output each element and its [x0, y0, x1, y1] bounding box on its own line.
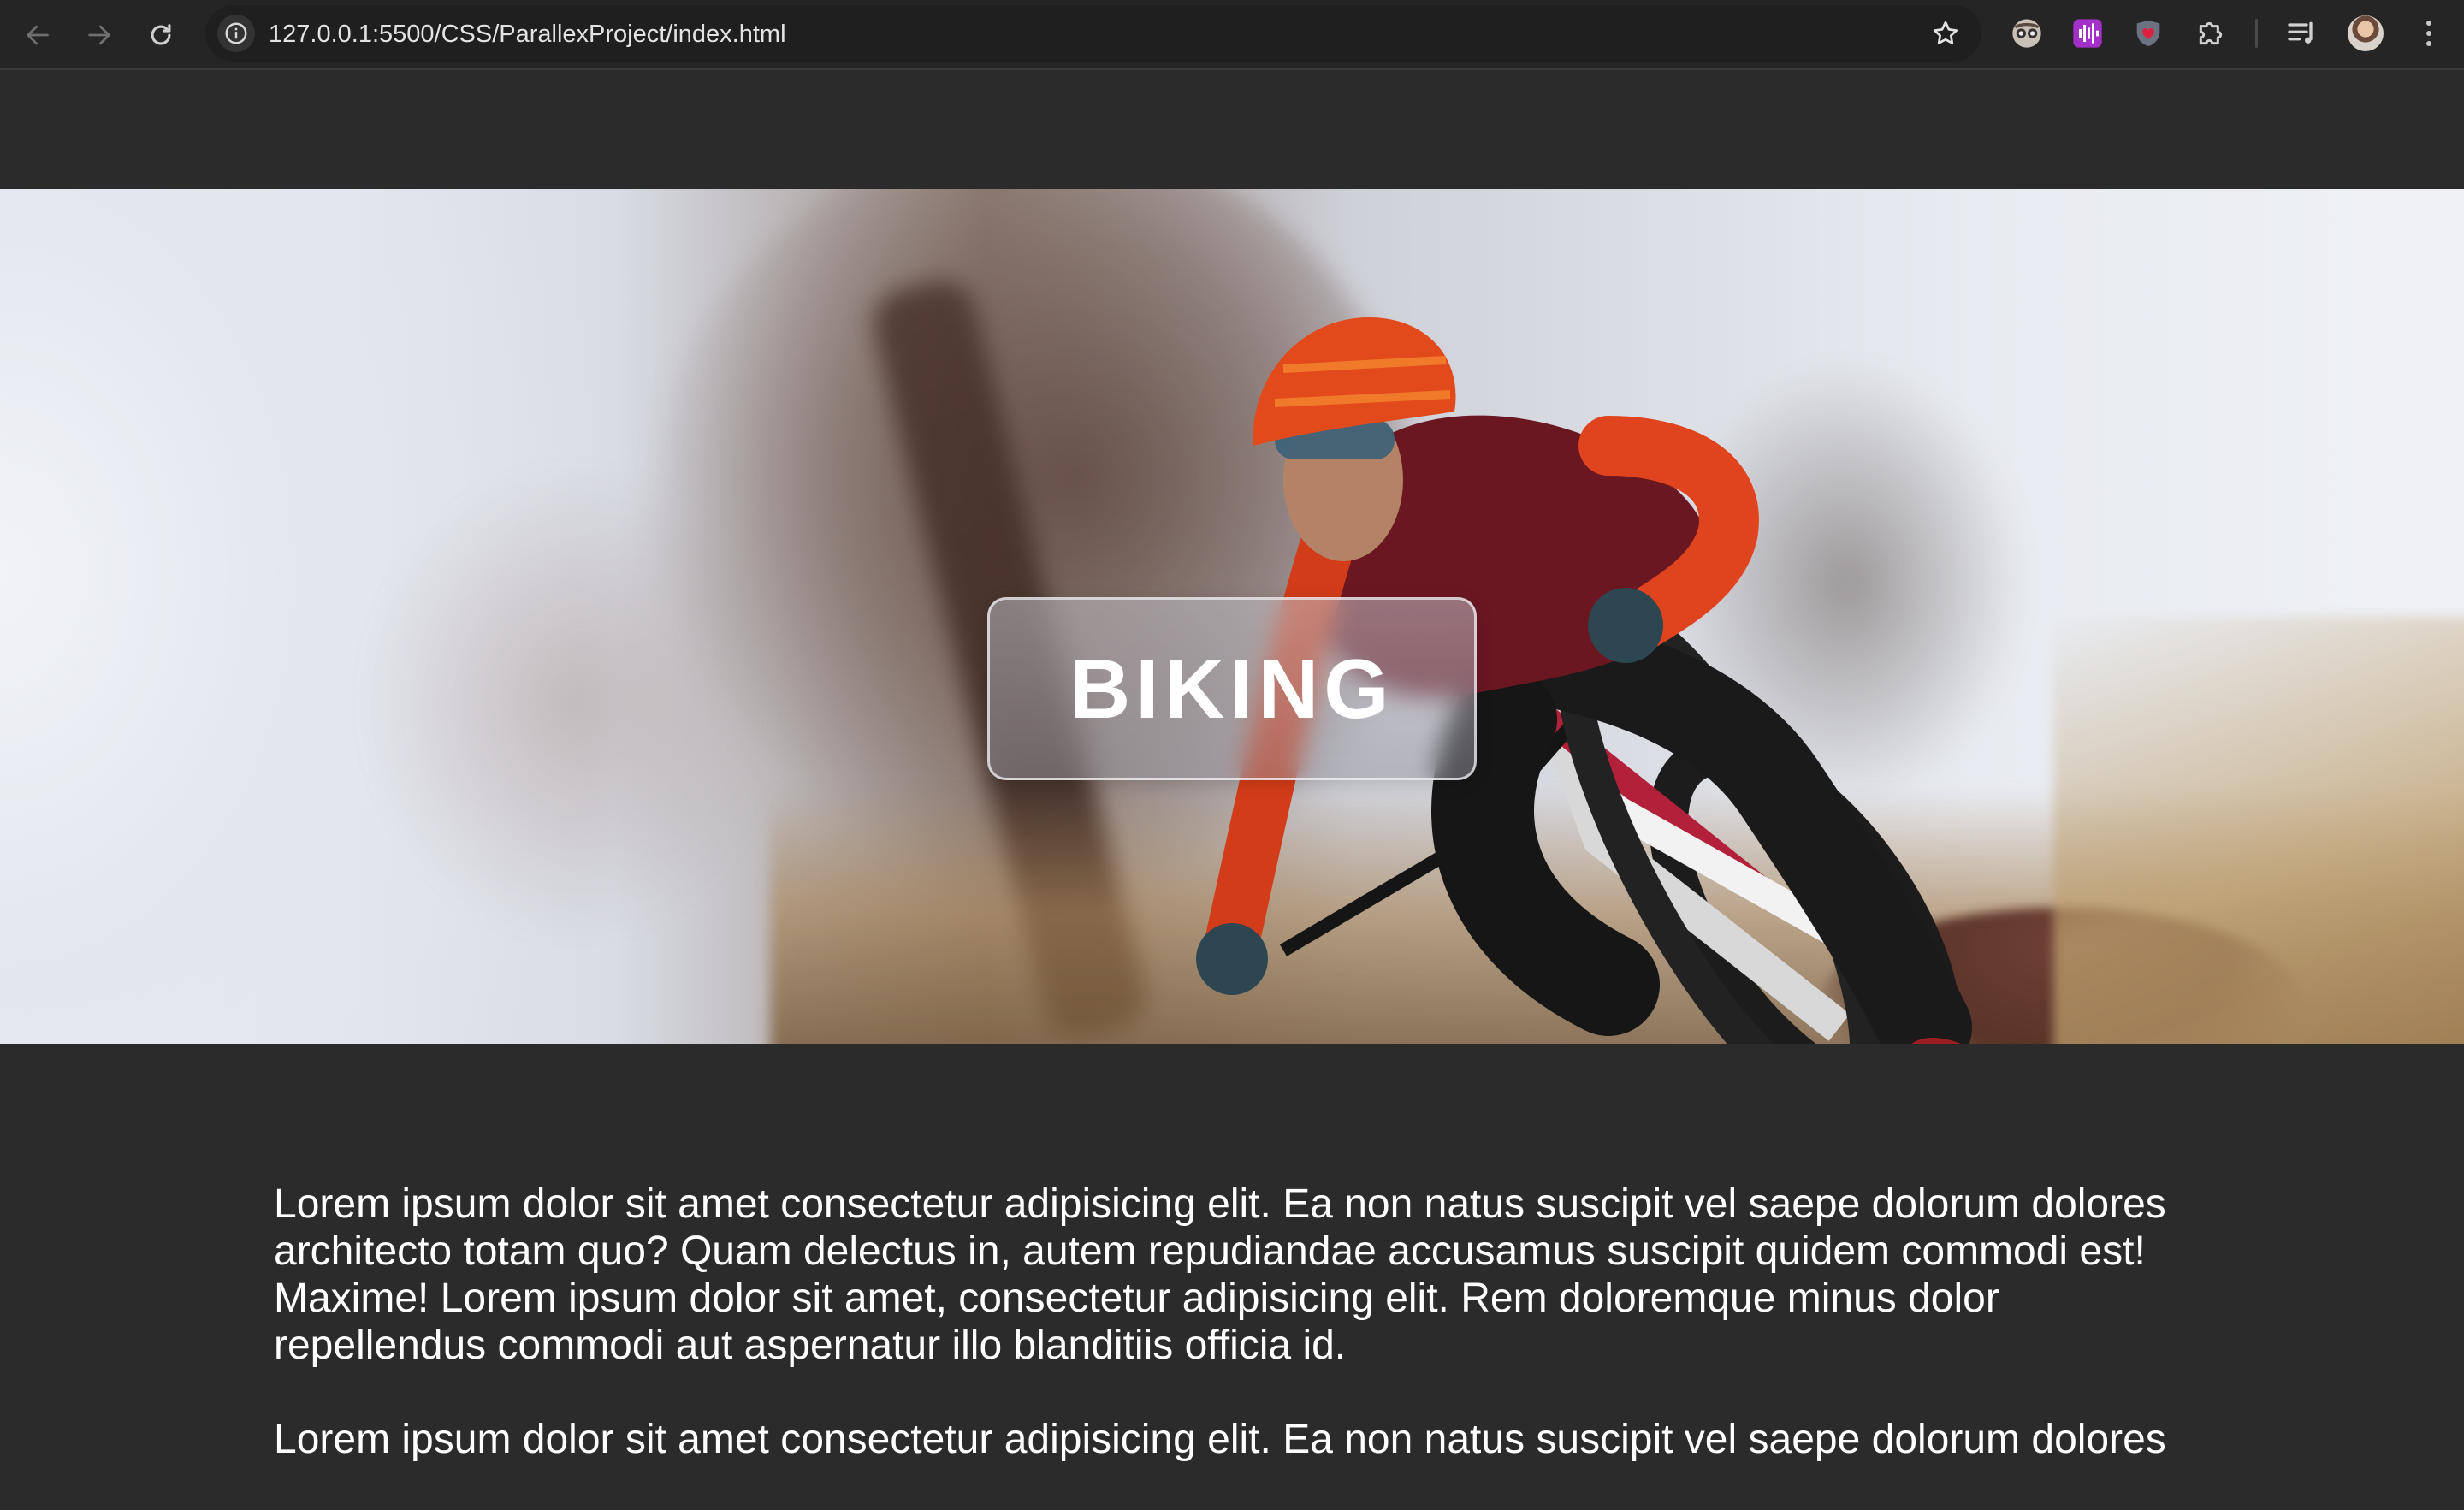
article-body: Lorem ipsum dolor sit amet consectetur a…	[274, 1181, 2190, 1510]
article-paragraph: Lorem ipsum dolor sit amet consectetur a…	[274, 1417, 2166, 1462]
audio-waveform-extension-icon[interactable]	[2070, 15, 2106, 51]
back-arrow-icon[interactable]	[19, 16, 56, 54]
hero-title: BIKING	[1069, 642, 1395, 736]
url-text[interactable]: 127.0.0.1:5500/CSS/ParallexProject/index…	[269, 20, 786, 49]
mountain-biker-photo: BIKING	[0, 189, 2464, 1044]
spy-glasses-extension-icon[interactable]	[2009, 15, 2045, 51]
bookmark-star-icon[interactable]	[1930, 18, 1961, 49]
browser-menu-icon[interactable]	[2411, 15, 2447, 51]
article-paragraph: Lorem ipsum dolor sit amet consectetur a…	[274, 1181, 2166, 1368]
site-info-icon[interactable]	[217, 15, 255, 52]
toolbar-divider	[2255, 19, 2258, 48]
shield-heart-extension-icon[interactable]	[2130, 15, 2166, 51]
puzzle-piece-icon[interactable]	[2193, 15, 2229, 51]
forward-arrow-icon[interactable]	[80, 16, 118, 54]
reading-list-icon[interactable]	[2284, 15, 2320, 51]
hero-title-card: BIKING	[987, 597, 1477, 780]
address-bar[interactable]: 127.0.0.1:5500/CSS/ParallexProject/index…	[205, 5, 1981, 62]
profile-avatar[interactable]	[2348, 15, 2384, 51]
browser-toolbar: 127.0.0.1:5500/CSS/ParallexProject/index…	[0, 0, 2464, 70]
web-page: BIKING Lorem ipsum dolor sit amet consec…	[0, 72, 2464, 1463]
reload-icon[interactable]	[142, 16, 180, 54]
